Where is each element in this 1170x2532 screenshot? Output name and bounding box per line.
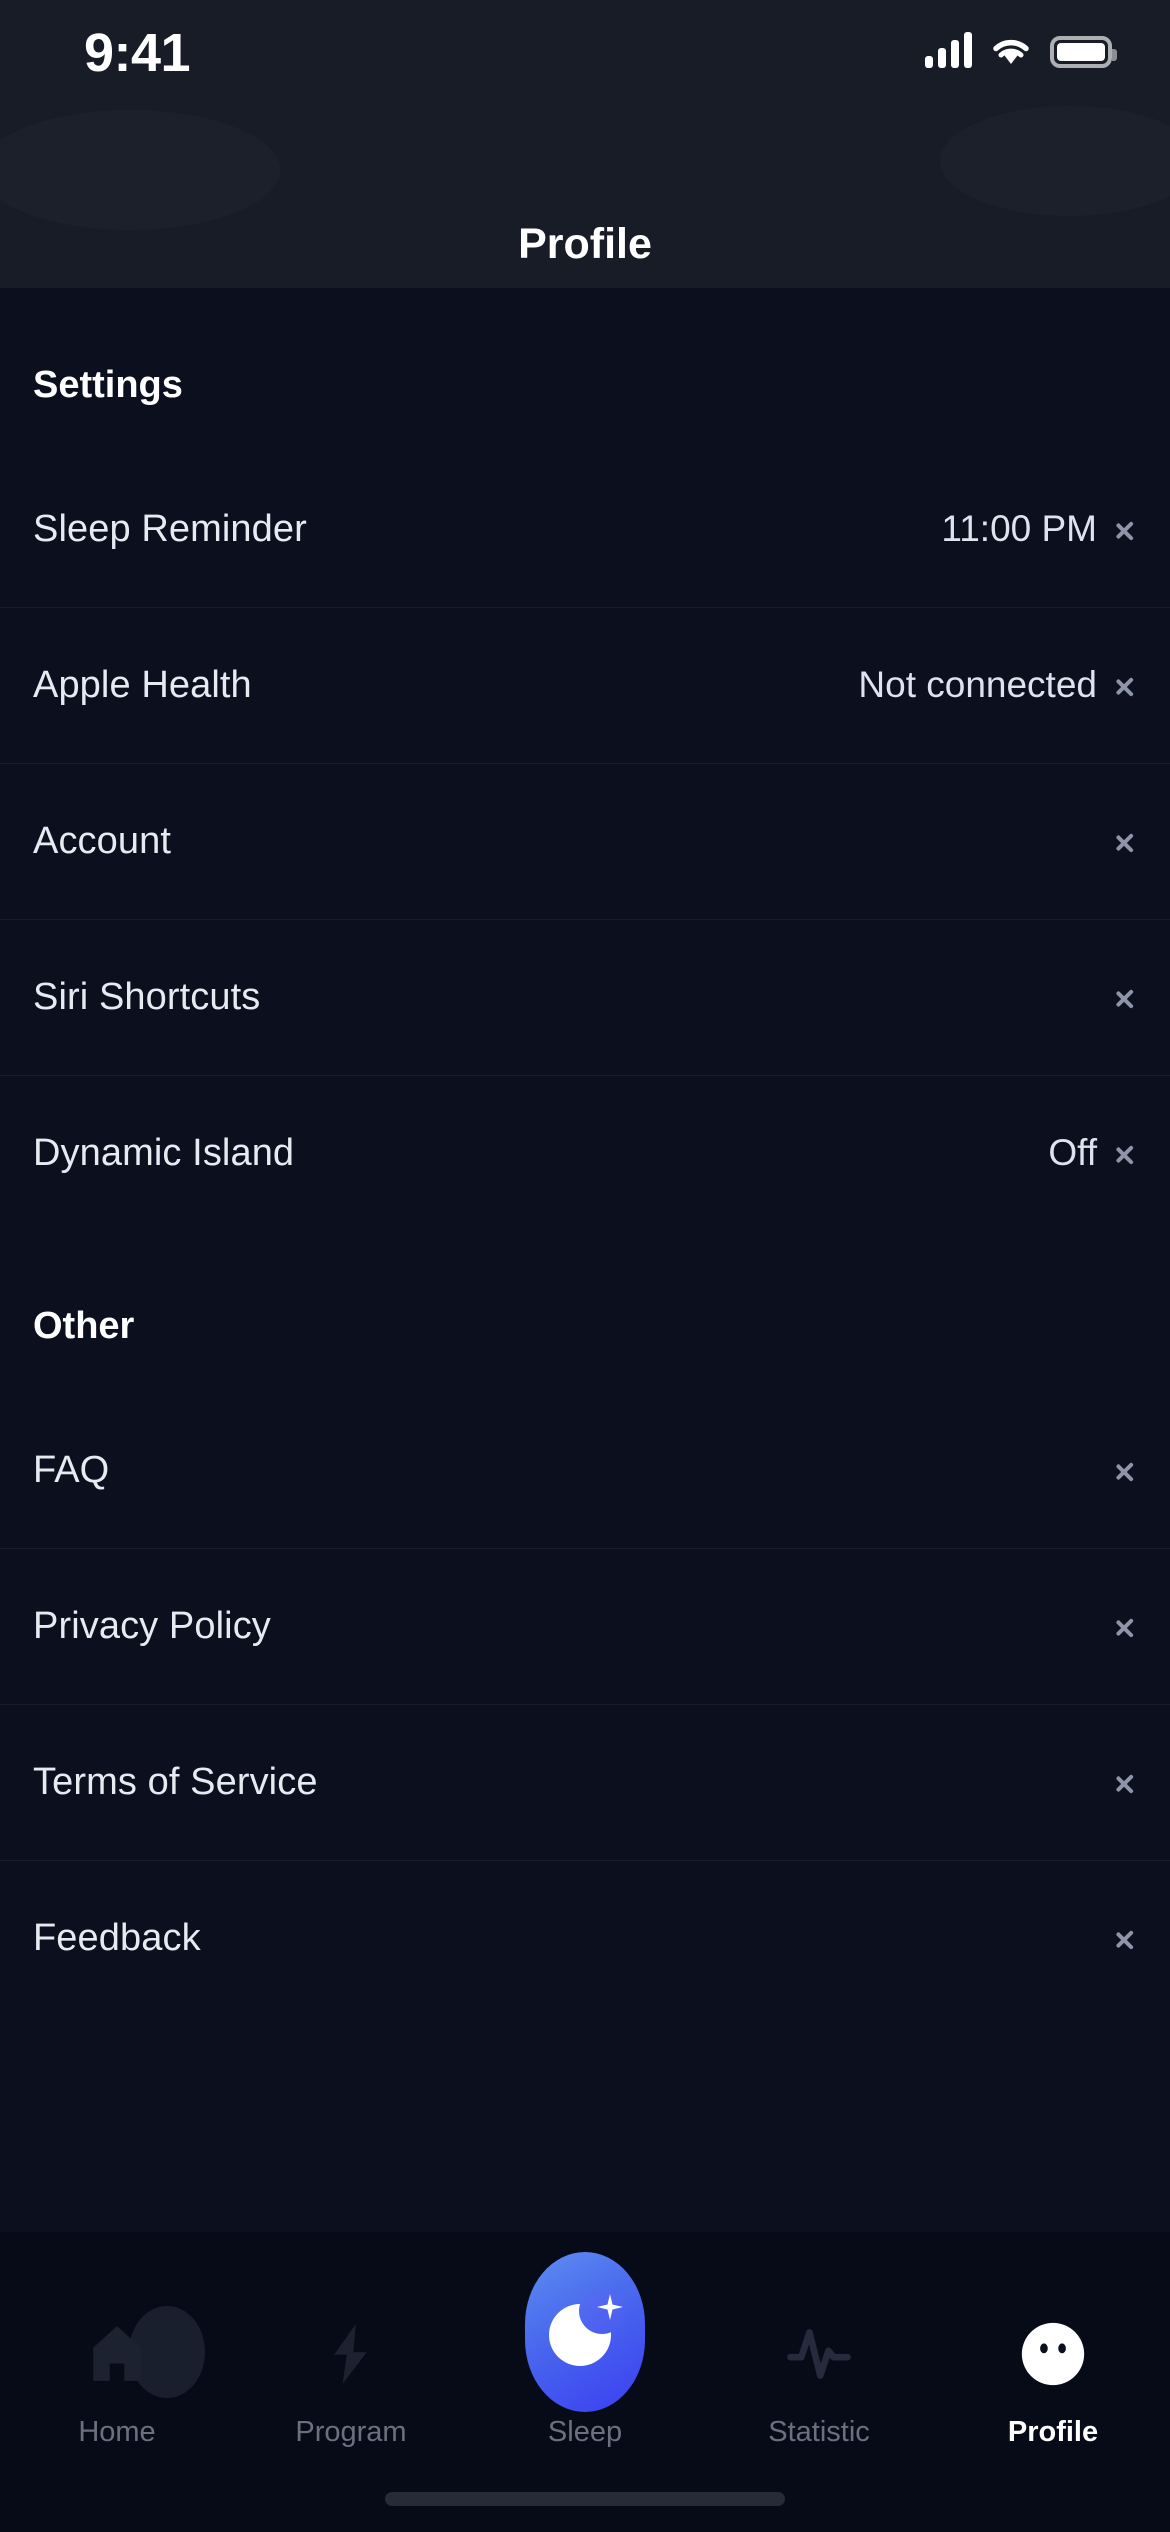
row-privacy-policy[interactable]: Privacy Policy	[0, 1548, 1170, 1704]
row-label: Feedback	[33, 1916, 201, 1959]
row-label: Siri Shortcuts	[33, 975, 261, 1018]
tab-statistic[interactable]: Statistic	[702, 2300, 936, 2449]
bottom-tab-bar: Home Program Sleep Statistic Profile	[0, 2232, 1170, 2532]
settings-list: Sleep Reminder 11:00 PM Apple Health Not…	[0, 451, 1170, 1231]
tab-label: Sleep	[547, 2416, 623, 2448]
section-header-settings: Settings	[33, 364, 183, 406]
tab-label: Profile	[1007, 2416, 1099, 2448]
row-terms-of-service[interactable]: Terms of Service	[0, 1704, 1170, 1860]
pulse-wave-icon	[765, 2300, 873, 2408]
row-label: Sleep Reminder	[33, 507, 307, 550]
chevron-right-icon	[1115, 1765, 1135, 1799]
battery-full-icon	[1050, 36, 1117, 68]
row-apple-health[interactable]: Apple Health Not connected	[0, 607, 1170, 763]
row-label: Privacy Policy	[33, 1604, 271, 1647]
row-faq[interactable]: FAQ	[0, 1392, 1170, 1548]
row-accessory: 11:00 PM	[941, 508, 1135, 550]
home-icon	[63, 2300, 205, 2408]
status-bar: 9:41	[0, 0, 1170, 120]
row-sleep-reminder[interactable]: Sleep Reminder 11:00 PM	[0, 451, 1170, 607]
row-label: Terms of Service	[33, 1760, 318, 1803]
row-label: Apple Health	[33, 663, 252, 706]
moon-glyph	[549, 2288, 625, 2368]
lightning-bolt-icon	[297, 2300, 405, 2408]
row-label: FAQ	[33, 1448, 110, 1491]
tab-label: Statistic	[768, 2416, 870, 2448]
row-accessory	[1097, 1765, 1135, 1799]
chevron-right-icon	[1115, 980, 1135, 1014]
row-label: Account	[33, 819, 172, 862]
row-accessory	[1097, 1921, 1135, 1955]
page-title: Profile	[518, 220, 652, 268]
row-value: 11:00 PM	[941, 508, 1097, 549]
row-accessory: Off	[1048, 1132, 1135, 1174]
header-blob-right	[940, 106, 1170, 216]
row-accessory: Not connected	[858, 664, 1135, 706]
chevron-right-icon	[1115, 1921, 1135, 1955]
tab-home[interactable]: Home	[0, 2300, 234, 2449]
app-screen: 9:41 Profile Settings Sleep Reminder 11:…	[0, 0, 1170, 2532]
row-label: Dynamic Island	[33, 1131, 295, 1174]
home-indicator[interactable]	[385, 2492, 785, 2506]
chevron-right-icon	[1115, 1609, 1135, 1643]
chevron-right-icon	[1115, 512, 1135, 546]
sparkle-icon	[597, 2294, 623, 2320]
tab-program[interactable]: Program	[234, 2300, 468, 2449]
wifi-icon	[990, 36, 1032, 68]
chevron-right-icon	[1115, 1453, 1135, 1487]
row-value: Off	[1048, 1132, 1097, 1173]
chevron-right-icon	[1115, 668, 1135, 702]
row-value: Not connected	[858, 664, 1097, 705]
row-feedback[interactable]: Feedback	[0, 1860, 1170, 2016]
settings-scroll-area[interactable]: Settings Sleep Reminder 11:00 PM Apple H…	[0, 288, 1170, 2532]
tab-profile[interactable]: Profile	[936, 2300, 1170, 2449]
chevron-right-icon	[1115, 824, 1135, 858]
row-accessory	[1097, 1609, 1135, 1643]
moon-sparkle-icon[interactable]	[525, 2252, 645, 2412]
header-blob-left	[0, 110, 280, 230]
section-header-other: Other	[33, 1305, 135, 1347]
chevron-right-icon	[1115, 1136, 1135, 1170]
tab-sleep[interactable]: Sleep	[468, 2252, 702, 2449]
row-dynamic-island[interactable]: Dynamic Island Off	[0, 1075, 1170, 1231]
row-siri-shortcuts[interactable]: Siri Shortcuts	[0, 919, 1170, 1075]
tab-label: Home	[78, 2416, 156, 2448]
row-accessory	[1097, 980, 1135, 1014]
face-avatar-icon	[999, 2300, 1107, 2408]
row-accessory	[1097, 824, 1135, 858]
row-accessory	[1097, 1453, 1135, 1487]
other-list: FAQ Privacy Policy Terms of Service Feed…	[0, 1392, 1170, 2016]
status-bar-indicators	[925, 32, 1117, 68]
header-bar: Profile	[0, 120, 1170, 288]
tab-label: Program	[295, 2416, 407, 2448]
status-bar-time: 9:41	[84, 23, 191, 83]
cellular-signal-icon	[925, 32, 972, 68]
sleep-tab-icon-wrap	[525, 2252, 645, 2412]
row-account[interactable]: Account	[0, 763, 1170, 919]
